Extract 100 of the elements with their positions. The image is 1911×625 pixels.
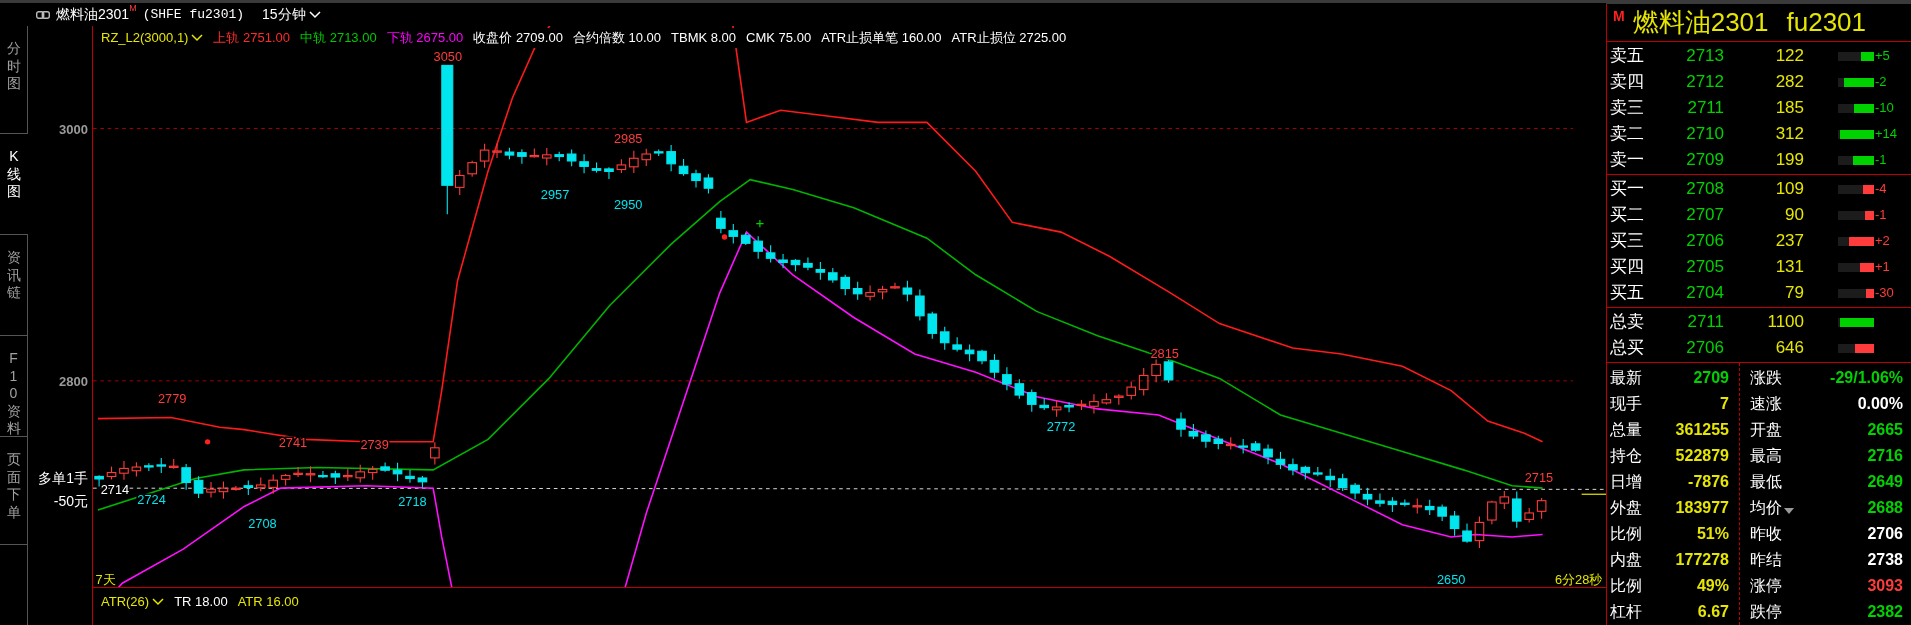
side-tab[interactable]: 页面下单	[0, 437, 28, 545]
candle	[168, 458, 179, 470]
price-label: 2708	[248, 516, 277, 532]
legend-item: ATR止损单笔 160.00	[821, 29, 942, 47]
candle	[1026, 389, 1037, 413]
candle	[106, 466, 117, 480]
candle	[1275, 451, 1286, 470]
candle	[1238, 438, 1248, 454]
position-pnl: -50元	[53, 492, 88, 511]
side-tab[interactable]: 分时图	[0, 26, 28, 134]
price-label: 2650	[1436, 572, 1466, 587]
candle	[1076, 399, 1087, 411]
candle	[243, 479, 254, 496]
stat-label: 均价	[1750, 498, 1782, 518]
stat-value: 6.67	[1697, 602, 1729, 622]
candle	[405, 469, 415, 484]
legend-item: 下轨 2675.00	[386, 29, 464, 47]
candle	[181, 463, 191, 491]
price-value: 2705	[1685, 256, 1724, 279]
candle	[939, 326, 950, 351]
candle	[1064, 401, 1074, 413]
stat-value: 177278	[1675, 550, 1729, 570]
candle	[952, 336, 962, 353]
volume-value: 131	[1774, 256, 1804, 279]
stat-label: 总量	[1610, 420, 1642, 440]
legend-item: TBMK 8.00	[671, 29, 737, 47]
candle	[902, 280, 913, 302]
candle	[193, 475, 204, 499]
side-tab[interactable]: F10资料	[0, 336, 28, 437]
change-value: -2	[1875, 73, 1887, 92]
stat-label: 最新	[1610, 368, 1642, 388]
legend-item: ATR 16.00	[237, 593, 299, 611]
position-label: 多单1手	[38, 469, 88, 488]
change-value: +1	[1875, 258, 1890, 277]
price-value: 2710	[1685, 123, 1724, 146]
stat-value: 7	[1720, 394, 1729, 414]
candle	[144, 462, 154, 472]
price-label: 2739	[360, 437, 389, 453]
price-label: 2957	[540, 187, 570, 203]
candle	[380, 462, 390, 473]
candle	[629, 150, 639, 174]
candle	[1151, 358, 1161, 383]
indicator-selector[interactable]: RZ_L2(3000,1)	[101, 28, 204, 48]
candle	[305, 465, 316, 483]
level-label: 总买	[1609, 337, 1645, 360]
candle	[156, 457, 167, 474]
price-label: 2718	[398, 494, 427, 510]
legend-item: TR 18.00	[174, 593, 228, 611]
candle	[492, 143, 502, 159]
candle	[1337, 473, 1348, 492]
stat-value: 2688	[1867, 498, 1903, 518]
legend-item: 合约倍数 10.00	[572, 29, 662, 47]
stat-label: 开盘	[1750, 420, 1782, 440]
level-label: 总卖	[1609, 311, 1645, 334]
change-value: -10	[1875, 99, 1894, 118]
stat-label: 涨跌	[1750, 368, 1782, 388]
candle	[1225, 436, 1236, 450]
side-tab[interactable]: K线图	[0, 134, 28, 235]
candle	[280, 473, 291, 487]
candle	[1437, 504, 1447, 522]
flag-mark: M	[1613, 7, 1625, 26]
volume-value: 237	[1774, 230, 1804, 253]
volume-value: 199	[1774, 149, 1804, 172]
indicator-selector[interactable]: ATR(26)	[101, 592, 165, 612]
side-tab[interactable]: 资讯链	[0, 235, 28, 336]
candle	[678, 158, 689, 177]
level-label: 卖五	[1609, 45, 1645, 68]
legend-item: CMK 75.00	[746, 29, 812, 47]
dropdown-icon[interactable]	[1784, 508, 1794, 514]
volume-value: 109	[1774, 178, 1804, 201]
period-selector[interactable]: 15分钟	[262, 4, 321, 25]
price-label: 2715	[1524, 470, 1554, 486]
link-icon[interactable]	[36, 10, 50, 19]
stat-label: 最低	[1750, 472, 1782, 492]
candle	[890, 282, 900, 290]
volume-value: 646	[1774, 337, 1804, 360]
stat-value: 0.00%	[1857, 394, 1903, 414]
instrument-title: 燃料油2301	[56, 5, 130, 24]
candle	[1176, 412, 1186, 438]
flag-mark: M	[129, 4, 137, 13]
stat-label: 日增	[1610, 472, 1642, 492]
days-label: 7天	[95, 572, 116, 587]
price-value: 2711	[1686, 311, 1724, 334]
candle	[1462, 522, 1472, 544]
candle	[355, 464, 366, 484]
candle	[703, 173, 714, 195]
volume-value: 1100	[1766, 311, 1804, 334]
axis-label: 3000	[59, 121, 88, 139]
change-value: -1	[1875, 206, 1887, 225]
price-label: 2741	[278, 434, 308, 450]
candle	[1014, 378, 1025, 400]
candle	[915, 288, 925, 322]
candle	[1325, 468, 1336, 488]
instrument-code: fu2301	[1786, 6, 1867, 39]
level-label: 买二	[1609, 204, 1645, 227]
candle	[392, 462, 403, 482]
stat-label: 跌停	[1750, 602, 1782, 622]
candle	[1250, 440, 1261, 453]
candle	[989, 353, 1000, 379]
stat-value: 3093	[1867, 576, 1903, 596]
